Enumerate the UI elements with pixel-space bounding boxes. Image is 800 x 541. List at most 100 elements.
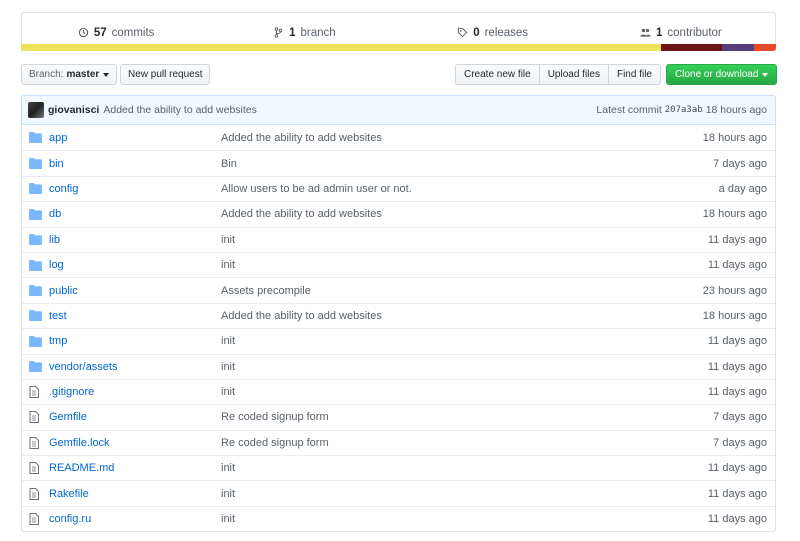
folder-icon — [29, 158, 49, 170]
caret-down-icon — [103, 72, 110, 77]
file-commit-message[interactable]: init — [221, 259, 708, 271]
file-commit-message[interactable]: init — [221, 386, 708, 398]
branch-icon — [274, 27, 283, 38]
folder-icon — [29, 335, 49, 347]
file-commit-message[interactable]: Assets precompile — [221, 285, 703, 297]
file-name[interactable]: bin — [49, 158, 221, 170]
branch-prefix: Branch: — [29, 69, 64, 80]
file-commit-message[interactable]: init — [221, 234, 708, 246]
file-row: bin Bin 7 days ago — [22, 150, 775, 175]
file-commit-message[interactable]: init — [221, 335, 708, 347]
file-icon — [29, 513, 49, 526]
releases-label: releases — [484, 26, 529, 39]
avatar[interactable] — [28, 102, 44, 118]
file-name[interactable]: config — [49, 183, 221, 195]
file-name[interactable]: lib — [49, 234, 221, 246]
folder-icon — [29, 208, 49, 220]
file-actions-group: Create new file Upload files Find file — [455, 64, 661, 85]
latest-commit-bar: giovanisci Added the ability to add webs… — [21, 95, 776, 125]
folder-icon — [29, 310, 49, 322]
caret-down-icon — [762, 72, 769, 77]
branch-name: master — [66, 69, 100, 80]
file-commit-message[interactable]: Added the ability to add websites — [221, 208, 703, 220]
file-icon — [29, 462, 49, 475]
commit-sha[interactable]: 207a3ab — [665, 105, 703, 115]
file-commit-message[interactable]: init — [221, 462, 708, 474]
file-commit-message[interactable]: Re coded signup form — [221, 411, 713, 423]
contributors-label: contributor — [667, 26, 722, 39]
file-name[interactable]: app — [49, 132, 221, 144]
file-list: app Added the ability to add websites 18… — [21, 125, 776, 533]
file-row: app Added the ability to add websites 18… — [22, 125, 775, 150]
file-age: 11 days ago — [707, 259, 767, 272]
file-name[interactable]: public — [49, 285, 221, 297]
commits-count: 57 — [93, 26, 107, 39]
file-age: 11 days ago — [707, 513, 767, 526]
file-name[interactable]: README.md — [49, 462, 221, 474]
file-row: tmp init 11 days ago — [22, 328, 775, 353]
file-name[interactable]: .gitignore — [49, 386, 221, 398]
file-age: 18 hours ago — [702, 131, 767, 144]
file-row: vendor/assets init 11 days ago — [22, 353, 775, 379]
file-name[interactable]: Gemfile — [49, 411, 221, 423]
file-age: 11 days ago — [707, 360, 767, 373]
file-icon — [29, 436, 49, 449]
create-new-file-button[interactable]: Create new file — [455, 64, 540, 85]
file-name[interactable]: tmp — [49, 335, 221, 347]
upload-files-button[interactable]: Upload files — [538, 64, 609, 85]
history-icon — [78, 27, 88, 38]
language-segment[interactable] — [722, 44, 755, 51]
language-segment[interactable] — [21, 44, 662, 51]
file-row: log init 11 days ago — [22, 251, 775, 277]
branch-count: 1 — [289, 26, 296, 39]
file-commit-message[interactable]: Re coded signup form — [221, 437, 713, 449]
file-name[interactable]: log — [49, 259, 221, 271]
file-name[interactable]: config.ru — [49, 513, 221, 525]
file-row: Gemfile Re coded signup form 7 days ago — [22, 404, 775, 429]
file-row: README.md init 11 days ago — [22, 455, 775, 480]
language-segment[interactable] — [661, 44, 723, 51]
clone-label: Clone or download — [675, 69, 759, 80]
file-commit-message[interactable]: Added the ability to add websites — [221, 310, 703, 322]
file-commit-message[interactable]: Bin — [221, 158, 713, 170]
file-commit-message[interactable]: Added the ability to add websites — [221, 132, 703, 144]
file-name[interactable]: Rakefile — [49, 488, 221, 500]
file-name[interactable]: db — [49, 208, 221, 220]
commits-label: commits — [111, 26, 155, 39]
folder-icon — [29, 132, 49, 144]
commit-age: 18 hours ago — [705, 104, 767, 116]
file-row: Rakefile init 11 days ago — [22, 480, 775, 505]
file-age: a day ago — [718, 182, 767, 195]
clone-or-download-button[interactable]: Clone or download — [666, 64, 778, 85]
file-age: 18 hours ago — [702, 208, 767, 221]
commit-message[interactable]: Added the ability to add websites — [103, 104, 596, 116]
file-icon — [29, 386, 49, 399]
commit-author[interactable]: giovanisci — [48, 104, 99, 116]
find-file-button[interactable]: Find file — [607, 64, 661, 85]
folder-icon — [29, 259, 49, 271]
file-icon — [29, 411, 49, 424]
file-row: public Assets precompile 23 hours ago — [22, 277, 775, 302]
file-commit-message[interactable]: init — [221, 361, 708, 373]
file-name[interactable]: Gemfile.lock — [49, 437, 221, 449]
branch-label: branch — [300, 26, 336, 39]
file-age: 7 days ago — [713, 411, 767, 424]
releases-count: 0 — [473, 26, 480, 39]
file-commit-message[interactable]: init — [221, 513, 708, 525]
file-age: 11 days ago — [707, 462, 767, 475]
file-commit-message[interactable]: init — [221, 488, 708, 500]
file-age: 23 hours ago — [702, 284, 767, 297]
branch-select-button[interactable]: Branch: master — [21, 64, 118, 85]
file-age: 11 days ago — [707, 335, 767, 348]
file-row: test Added the ability to add websites 1… — [22, 302, 775, 328]
file-row: Gemfile.lock Re coded signup form 7 days… — [22, 429, 775, 455]
folder-icon — [29, 361, 49, 373]
language-segment[interactable] — [754, 44, 776, 51]
language-bar[interactable] — [21, 44, 776, 51]
file-name[interactable]: test — [49, 310, 221, 322]
file-age: 7 days ago — [713, 436, 767, 449]
file-name[interactable]: vendor/assets — [49, 361, 221, 373]
new-pull-request-button[interactable]: New pull request — [120, 64, 211, 85]
file-commit-message[interactable]: Allow users to be ad admin user or not. — [221, 183, 719, 195]
contributors-count: 1 — [656, 26, 663, 39]
